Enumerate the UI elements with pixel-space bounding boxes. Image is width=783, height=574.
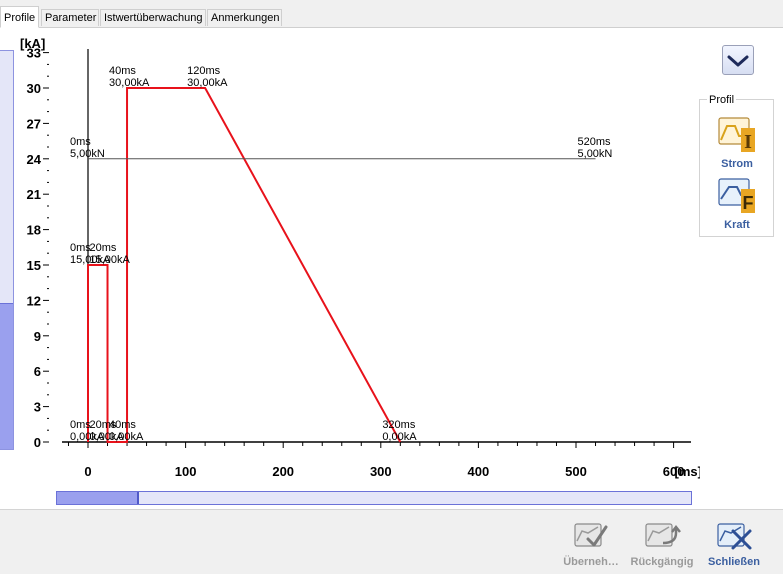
data-point-label: 40ms (109, 65, 136, 77)
y-tick-label: 15 (27, 258, 41, 273)
tab-bar: Profile Parameter Istwertüberwachung Anm… (0, 0, 783, 28)
profil-group-title: Profil (707, 94, 737, 106)
y-tick-label: 27 (27, 116, 41, 131)
apply-icon (574, 523, 608, 547)
y-tick-label: 24 (27, 152, 42, 167)
close-button[interactable]: Schließen (702, 519, 766, 568)
tab-parameter[interactable]: Parameter (41, 9, 99, 26)
data-point-label: 320ms (382, 419, 416, 431)
series-layer (87, 87, 596, 443)
undo-icon (645, 523, 681, 547)
data-point-label: 30,00kA (109, 77, 150, 89)
current-profile-icon: I (718, 117, 755, 153)
data-point-label: 5,00kN (70, 148, 105, 160)
horizontal-scrollbar-thumb[interactable] (57, 492, 139, 504)
data-point-label: 0ms (70, 136, 91, 148)
x-tick-label: 100 (175, 464, 197, 479)
data-point-label: 20ms (90, 242, 117, 254)
y-tick-label: 0 (34, 435, 41, 450)
y-tick-label: 12 (27, 293, 41, 308)
y-tick-label: 18 (27, 223, 41, 238)
data-point-label: 5,00kN (578, 148, 613, 160)
data-point-label: 120ms (187, 65, 221, 77)
y-tick-label: 33 (27, 46, 41, 61)
x-tick-label: 300 (370, 464, 392, 479)
strom-button[interactable]: I Strom (707, 116, 767, 170)
y-tick-label: 6 (34, 364, 41, 379)
kraft-label: Kraft (724, 219, 750, 231)
x-tick-label: 200 (272, 464, 294, 479)
x-tick-label: 400 (468, 464, 490, 479)
x-tick-label: 600 (663, 464, 685, 479)
x-tick-label: 0 (84, 464, 91, 479)
data-point-label: 0ms (70, 419, 91, 431)
undo-button[interactable]: Rückgängig (630, 519, 694, 568)
y-tick-label: 9 (34, 329, 41, 344)
data-point-label: 0,00kA (109, 431, 144, 443)
data-point-label: 15,00kA (90, 254, 131, 266)
collapse-button[interactable] (722, 45, 754, 75)
x-tick-label: 500 (565, 464, 587, 479)
y-tick-label: 3 (34, 400, 41, 415)
kraft-button[interactable]: F Kraft (707, 177, 767, 231)
close-icon (717, 523, 752, 550)
horizontal-scrollbar[interactable] (56, 491, 692, 505)
tab-istwertueberwachung[interactable]: Istwertüberwachung (100, 9, 206, 26)
y-tick-label: 30 (27, 81, 41, 96)
tab-anmerkungen[interactable]: Anmerkungen (207, 9, 282, 26)
data-point-label: 30,00kA (187, 77, 228, 89)
apply-button[interactable]: Überneh… (559, 519, 623, 568)
profile-chart: [kA] [ms] 0 100 200 300 400 500 60003691215182… (20, 36, 700, 479)
close-label: Schließen (708, 556, 760, 568)
data-point-label: 40ms (109, 419, 136, 431)
apply-label: Überneh… (563, 556, 619, 568)
data-point-label: 0,00kA (382, 431, 417, 443)
y-tick-label: 21 (27, 187, 41, 202)
svg-text:F: F (743, 193, 754, 213)
chevron-down-icon (727, 55, 749, 67)
undo-label: Rückgängig (630, 556, 694, 568)
data-point-label: 0ms (70, 242, 91, 254)
force-profile-icon: F (718, 178, 755, 213)
annotations: 40ms30,00kA120ms30,00kA0ms5,00kN520ms5,0… (70, 65, 612, 443)
strom-label: Strom (721, 158, 753, 170)
svg-text:I: I (744, 131, 752, 153)
current-series-line (87, 87, 402, 443)
data-point-label: 520ms (578, 136, 612, 148)
tab-profile[interactable]: Profile (0, 6, 39, 28)
